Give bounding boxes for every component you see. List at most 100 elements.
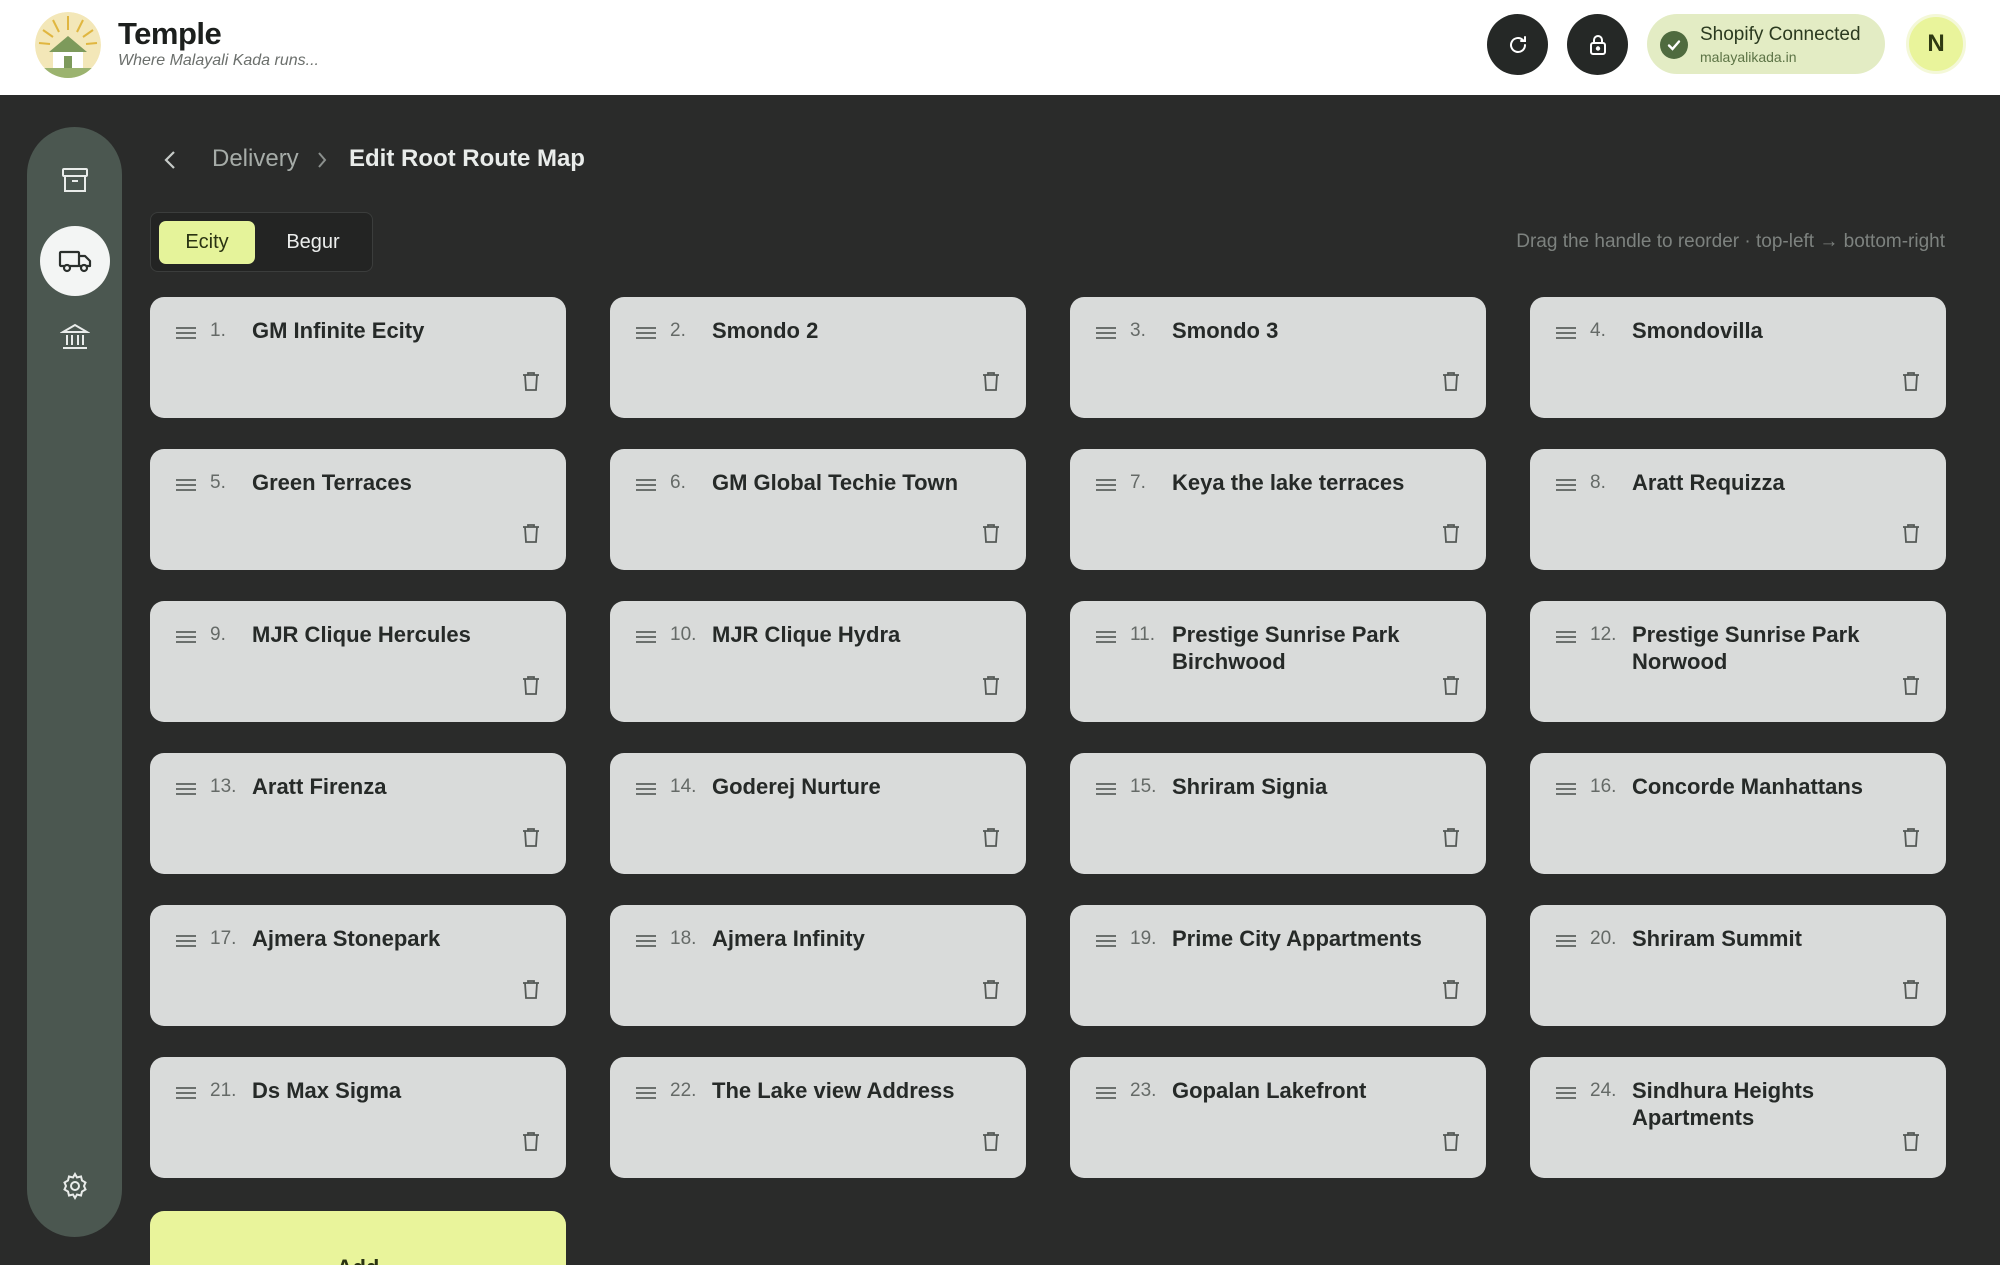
stop-card[interactable]: 21. Ds Max Sigma	[150, 1057, 566, 1178]
trash-icon[interactable]	[1902, 675, 1920, 696]
trash-icon[interactable]	[1902, 371, 1920, 392]
stop-name: Aratt Firenza	[252, 774, 387, 799]
tab-begur[interactable]: Begur	[263, 221, 363, 264]
stop-card[interactable]: 11. Prestige Sunrise Park Birchwood	[1070, 601, 1486, 722]
page-title: Edit Root Route Map	[349, 145, 585, 172]
stop-number: 11.	[1130, 624, 1156, 645]
stop-name: Shriram Summit	[1632, 926, 1802, 951]
trash-icon[interactable]	[1442, 675, 1460, 696]
stop-number: 15.	[1130, 776, 1157, 797]
stop-card[interactable]: 9. MJR Clique Hercules	[150, 601, 566, 722]
trash-icon[interactable]	[982, 827, 1000, 848]
breadcrumb-delivery[interactable]: Delivery	[212, 145, 299, 173]
stop-card[interactable]: 24. Sindhura Heights Apartments	[1530, 1057, 1946, 1178]
trash-icon[interactable]	[1902, 523, 1920, 544]
drag-handle-icon[interactable]	[1556, 783, 1576, 797]
trash-icon[interactable]	[522, 1131, 540, 1152]
trash-icon[interactable]	[982, 1131, 1000, 1152]
stop-number: 23.	[1130, 1080, 1157, 1101]
drag-handle-icon[interactable]	[176, 479, 196, 493]
stop-card[interactable]: 14. Goderej Nurture	[610, 753, 1026, 874]
stop-card[interactable]: 18. Ajmera Infinity	[610, 905, 1026, 1026]
stop-number: 9.	[210, 624, 226, 645]
add-stop-button[interactable]: Add	[150, 1211, 566, 1265]
trash-icon[interactable]	[1442, 371, 1460, 392]
trash-icon[interactable]	[1902, 979, 1920, 1000]
stop-name: Smondo 2	[712, 318, 819, 343]
drag-handle-icon[interactable]	[636, 631, 656, 645]
stop-card[interactable]: 22. The Lake view Address	[610, 1057, 1026, 1178]
trash-icon[interactable]	[522, 979, 540, 1000]
trash-icon[interactable]	[522, 675, 540, 696]
stop-name: Ds Max Sigma	[252, 1078, 402, 1103]
trash-icon[interactable]	[522, 523, 540, 544]
drag-handle-icon[interactable]	[1096, 935, 1116, 949]
archive-icon[interactable]	[47, 152, 102, 207]
gear-icon[interactable]	[47, 1158, 102, 1213]
drag-handle-icon[interactable]	[176, 631, 196, 645]
drag-handle-icon[interactable]	[176, 1087, 196, 1101]
drag-handle-icon[interactable]	[636, 935, 656, 949]
drag-handle-icon[interactable]	[636, 783, 656, 797]
drag-handle-icon[interactable]	[1556, 1087, 1576, 1101]
stop-card[interactable]: 12. Prestige Sunrise Park Norwood	[1530, 601, 1946, 722]
drag-handle-icon[interactable]	[1096, 327, 1116, 341]
back-button[interactable]	[163, 145, 187, 175]
drag-handle-icon[interactable]	[1556, 935, 1576, 949]
stop-name: MJR Clique Hydra	[712, 622, 901, 647]
bank-icon[interactable]	[47, 309, 102, 364]
stop-card[interactable]: 2. Smondo 2	[610, 297, 1026, 418]
lock-button[interactable]	[1567, 14, 1628, 75]
trash-icon[interactable]	[982, 371, 1000, 392]
drag-handle-icon[interactable]	[1096, 479, 1116, 493]
stop-card[interactable]: 3. Smondo 3	[1070, 297, 1486, 418]
trash-icon[interactable]	[982, 523, 1000, 544]
trash-icon[interactable]	[982, 979, 1000, 1000]
trash-icon[interactable]	[1902, 827, 1920, 848]
drag-handle-icon[interactable]	[176, 327, 196, 341]
drag-handle-icon[interactable]	[1096, 1087, 1116, 1101]
stop-card[interactable]: 19. Prime City Appartments	[1070, 905, 1486, 1026]
stop-card[interactable]: 15. Shriram Signia	[1070, 753, 1486, 874]
trash-icon[interactable]	[1442, 827, 1460, 848]
drag-handle-icon[interactable]	[1096, 783, 1116, 797]
stop-card[interactable]: 16. Concorde Manhattans	[1530, 753, 1946, 874]
stop-card[interactable]: 1. GM Infinite Ecity	[150, 297, 566, 418]
drag-handle-icon[interactable]	[1556, 479, 1576, 493]
stop-number: 24.	[1590, 1080, 1617, 1101]
trash-icon[interactable]	[522, 827, 540, 848]
temple-logo[interactable]	[35, 12, 101, 78]
stop-card[interactable]: 8. Aratt Requizza	[1530, 449, 1946, 570]
refresh-button[interactable]	[1487, 14, 1548, 75]
trash-icon[interactable]	[1442, 523, 1460, 544]
shopify-status[interactable]: Shopify Connected malayalikada.in	[1647, 14, 1885, 74]
trash-icon[interactable]	[1442, 979, 1460, 1000]
stop-card[interactable]: 20. Shriram Summit	[1530, 905, 1946, 1026]
trash-icon[interactable]	[982, 675, 1000, 696]
stop-number: 12.	[1590, 624, 1617, 645]
drag-handle-icon[interactable]	[636, 327, 656, 341]
trash-icon[interactable]	[522, 371, 540, 392]
tab-ecity[interactable]: Ecity	[159, 221, 255, 264]
drag-handle-icon[interactable]	[1096, 631, 1116, 645]
chevron-left-icon	[164, 151, 175, 169]
drag-handle-icon[interactable]	[636, 1087, 656, 1101]
drag-handle-icon[interactable]	[1556, 631, 1576, 645]
sidebar-item-delivery[interactable]	[40, 226, 110, 296]
drag-handle-icon[interactable]	[1556, 327, 1576, 341]
trash-icon[interactable]	[1442, 1131, 1460, 1152]
stop-card[interactable]: 6. GM Global Techie Town	[610, 449, 1026, 570]
drag-handle-icon[interactable]	[176, 935, 196, 949]
stop-card[interactable]: 7. Keya the lake terraces	[1070, 449, 1486, 570]
stop-card[interactable]: 5. Green Terraces	[150, 449, 566, 570]
stop-name: Shriram Signia	[1172, 774, 1328, 799]
trash-icon[interactable]	[1902, 1131, 1920, 1152]
stop-card[interactable]: 23. Gopalan Lakefront	[1070, 1057, 1486, 1178]
drag-handle-icon[interactable]	[176, 783, 196, 797]
drag-handle-icon[interactable]	[636, 479, 656, 493]
stop-card[interactable]: 10. MJR Clique Hydra	[610, 601, 1026, 722]
user-avatar[interactable]: N	[1906, 14, 1966, 74]
stop-card[interactable]: 17. Ajmera Stonepark	[150, 905, 566, 1026]
stop-card[interactable]: 4. Smondovilla	[1530, 297, 1946, 418]
stop-card[interactable]: 13. Aratt Firenza	[150, 753, 566, 874]
